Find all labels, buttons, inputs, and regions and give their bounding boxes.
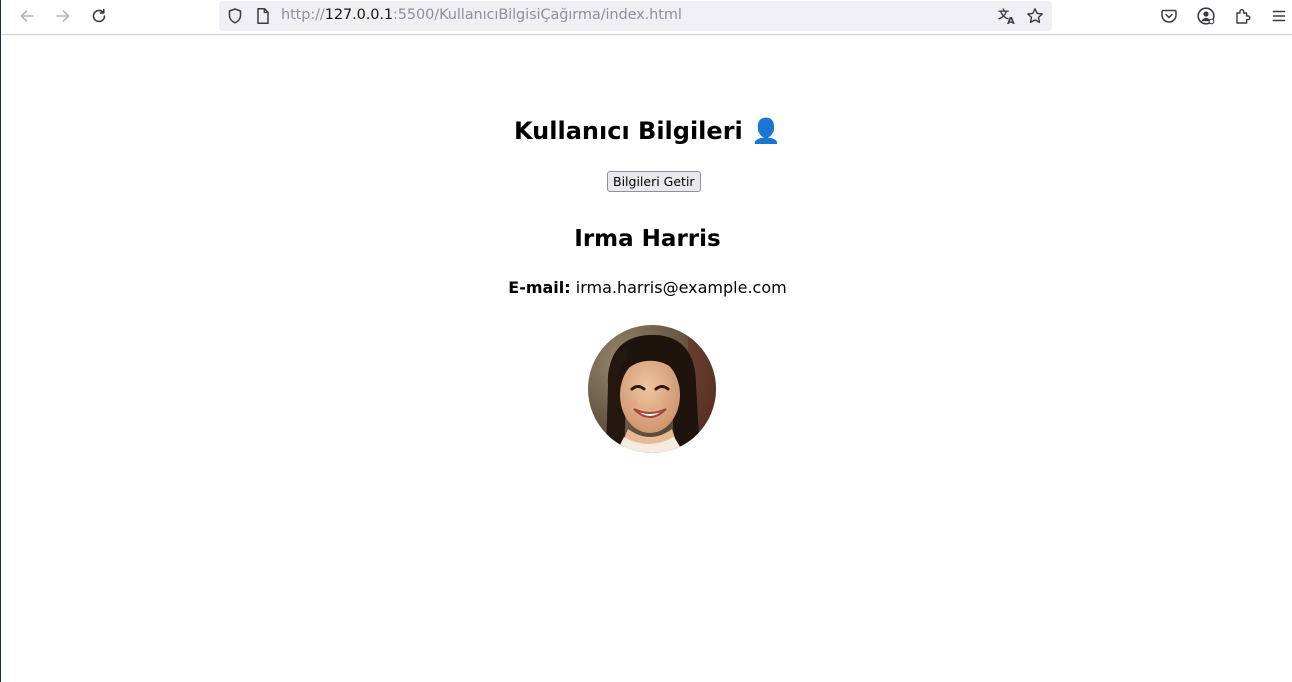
shield-icon[interactable] (225, 6, 245, 26)
translate-icon[interactable]: 文 A (997, 6, 1017, 26)
hamburger-menu-icon (1272, 10, 1286, 22)
user-emoji-icon: 👤 (751, 117, 781, 145)
url-host: 127.0.0.1 (324, 7, 394, 23)
user-name: Irma Harris (574, 226, 721, 252)
forward-button[interactable] (48, 2, 78, 30)
email-label: E-mail: (508, 278, 571, 297)
browser-toolbar: http://127.0.0.1:5500/KullanıcıBilgisiÇa… (2, 0, 1292, 35)
arrow-left-icon (20, 10, 34, 22)
extensions-button[interactable] (1228, 2, 1258, 30)
page-content: Kullanıcı Bilgileri 👤 Bilgileri Getir Ir… (2, 36, 1292, 682)
menu-button[interactable] (1264, 2, 1292, 30)
page-icon[interactable] (253, 6, 273, 26)
back-button[interactable] (12, 2, 42, 30)
bookmark-star-icon[interactable] (1025, 6, 1045, 26)
reload-button[interactable] (84, 2, 114, 30)
fetch-info-button[interactable]: Bilgileri Getir (607, 171, 701, 192)
url-bar[interactable]: http://127.0.0.1:5500/KullanıcıBilgisiÇa… (219, 1, 1052, 31)
email-line: E-mail: irma.harris@example.com (2, 277, 1292, 299)
reload-icon (92, 8, 106, 23)
browser-window: http://127.0.0.1:5500/KullanıcıBilgisiÇa… (0, 0, 1292, 682)
account-icon (1197, 7, 1215, 25)
account-button[interactable] (1191, 2, 1221, 30)
puzzle-icon (1236, 9, 1251, 24)
url-prefix: http:// (281, 7, 325, 23)
page-title-text: Kullanıcı Bilgileri (514, 117, 743, 145)
url-text[interactable]: http://127.0.0.1:5500/KullanıcıBilgisiÇa… (281, 7, 682, 23)
arrow-right-icon (56, 10, 70, 22)
svg-text:A: A (1007, 16, 1015, 25)
pocket-button[interactable] (1154, 2, 1184, 30)
pocket-icon (1161, 9, 1177, 23)
avatar-photo (588, 325, 716, 453)
url-path: :5500/KullanıcıBilgisiÇağırma/index.html (393, 7, 682, 23)
user-avatar (588, 325, 716, 453)
email-value: irma.harris@example.com (575, 278, 787, 297)
page-title: Kullanıcı Bilgileri 👤 (2, 115, 1292, 147)
